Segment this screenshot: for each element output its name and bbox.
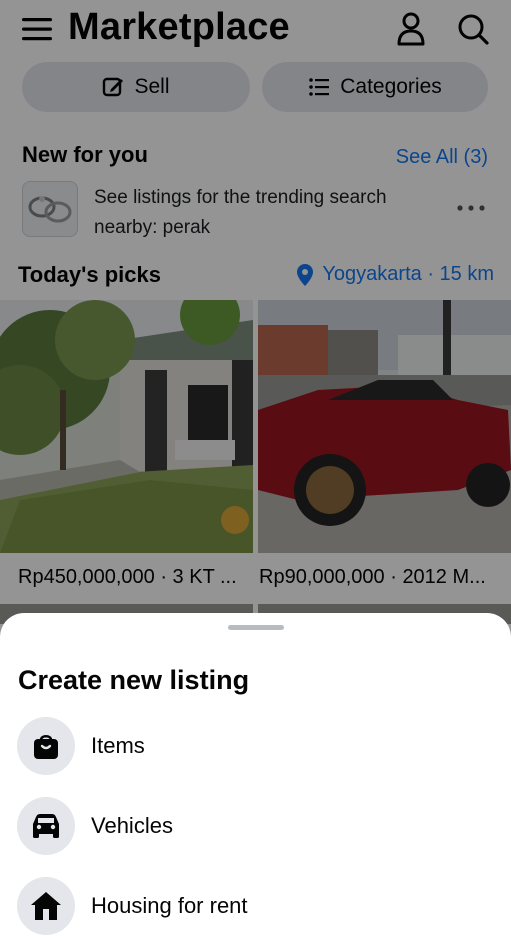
drag-handle[interactable]	[228, 625, 284, 630]
shopping-bag-icon	[17, 717, 75, 775]
option-label: Items	[91, 733, 145, 758]
option-items[interactable]: Items	[0, 717, 511, 777]
marketplace-page: Marketplace Sell Categories New for you …	[0, 0, 511, 935]
option-vehicles[interactable]: Vehicles	[0, 797, 511, 857]
sheet-title: Create new listing	[18, 665, 250, 695]
create-listing-sheet: Create new listing Items Vehicles Housin…	[0, 613, 511, 935]
option-label: Vehicles	[91, 813, 173, 838]
car-icon	[17, 797, 75, 855]
option-housing-for-rent[interactable]: Housing for rent	[0, 877, 511, 937]
house-icon	[17, 877, 75, 935]
option-label: Housing for rent	[91, 893, 248, 918]
